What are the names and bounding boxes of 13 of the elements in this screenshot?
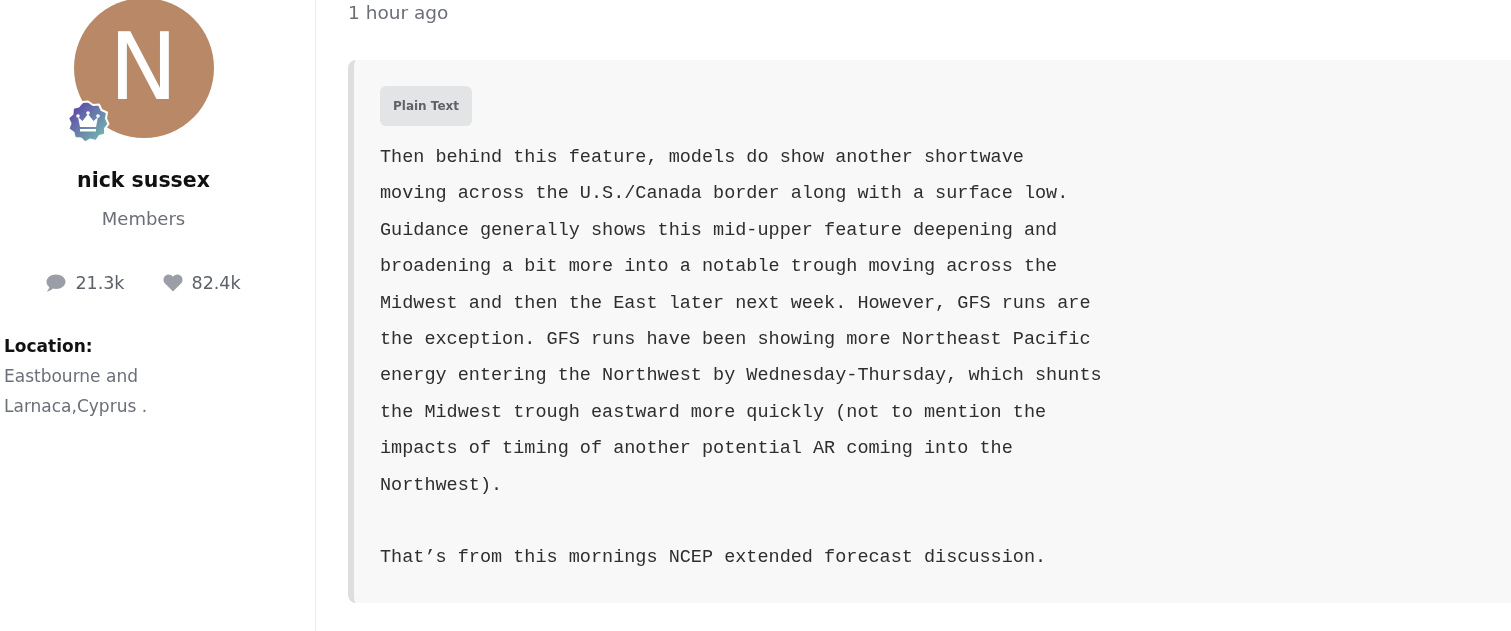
code-text: Then behind this feature, models do show another shortwave moving across the U.S./Canada border along with a surface low. Guidance generally shows this mid-upper feature deepening and broadening a bit more into a notable trough moving across the Midwest and then the East later next week. However, GFS runs are the exception. GFS runs have been showing more Northeast Pacific energy entering the Northwest by Wednesday-Thursday, which shunts the Midwest trough eastward more quickly (not to mention the impacts of timing of another potential AR coming into the Northwest). (380, 146, 1102, 498)
heart-icon (162, 274, 183, 292)
comment-icon (46, 274, 67, 292)
avatar[interactable]: N (73, 0, 214, 138)
language-tag: Plain Text (380, 86, 473, 126)
stat-count: 82.4k (191, 272, 241, 295)
field-label: Location: (4, 335, 94, 358)
post-time[interactable]: 1 hour ago (348, 0, 449, 26)
field-value: Eastbourne and Larnaca,Cyprus . (4, 365, 149, 418)
member-group: Members (101, 206, 186, 232)
author-name[interactable]: nick sussex (77, 166, 210, 194)
code-text: That’s from this mornings NCEP extended forecast discussion. (380, 546, 1047, 571)
stat-count: 21.3k (75, 272, 125, 295)
